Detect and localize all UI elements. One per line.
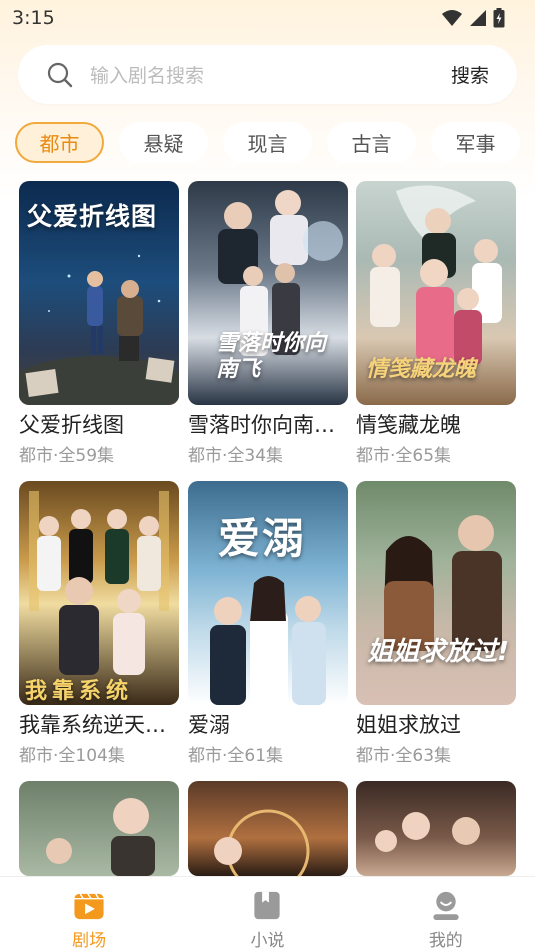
status-bar: 3:15 (0, 0, 535, 36)
cell-signal-icon (470, 10, 486, 26)
category-chip-dushi[interactable]: 都市 (15, 122, 104, 163)
drama-card[interactable] (356, 781, 516, 876)
bottom-nav: 剧场 小说 我的 (0, 876, 535, 951)
drama-card[interactable]: 我靠系统 我靠系统逆天… 都市·全104集 (19, 481, 179, 766)
drama-meta: 都市·全34集 (188, 446, 284, 466)
drama-title: 雪落时你向南… (188, 413, 335, 437)
status-time: 3:15 (12, 7, 55, 29)
search-icon (47, 62, 73, 87)
profile-icon (433, 891, 459, 921)
theater-icon (74, 893, 104, 920)
drama-title: 情笺藏龙魄 (356, 413, 461, 437)
poster-title: 雪落时你向南飞 (216, 331, 327, 382)
drama-meta: 都市·全104集 (19, 746, 125, 766)
drama-title: 爱溺 (188, 713, 230, 737)
nav-novel[interactable]: 小说 (178, 877, 356, 951)
drama-card[interactable]: 姐姐求放过! 姐姐求放过 都市·全63集 (356, 481, 516, 766)
drama-meta: 都市·全59集 (19, 446, 115, 466)
category-chip-guyan[interactable]: 古言 (327, 122, 416, 163)
search-button[interactable]: 搜索 (451, 61, 489, 88)
drama-card[interactable]: 父爱折线图 父爱折线图 都市·全59集 (19, 181, 179, 466)
drama-card[interactable]: 爱溺 爱溺 都市·全61集 (188, 481, 348, 766)
drama-meta: 都市·全63集 (356, 746, 452, 766)
category-chip-xianyan[interactable]: 现言 (223, 122, 312, 163)
drama-card[interactable]: 雪落时你向南飞 雪落时你向南… 都市·全34集 (188, 181, 348, 466)
drama-poster[interactable]: 雪落时你向南飞 (188, 181, 348, 405)
poster-title: 我靠系统 (25, 679, 134, 704)
nav-novel-label: 小说 (250, 931, 285, 951)
drama-poster[interactable]: 情笺藏龙魄 (356, 181, 516, 405)
drama-poster[interactable]: 爱溺 (188, 481, 348, 705)
search-bar[interactable]: 输入剧名搜索 搜索 (18, 45, 517, 104)
category-chip-xuanyi[interactable]: 悬疑 (119, 122, 208, 163)
drama-title: 我靠系统逆天… (19, 713, 166, 737)
drama-title: 父爱折线图 (19, 413, 124, 437)
poster-title: 爱溺 (218, 514, 307, 563)
drama-card[interactable] (19, 781, 179, 876)
drama-poster[interactable] (19, 781, 179, 876)
wifi-icon (442, 10, 462, 26)
drama-poster[interactable]: 父爱折线图 (19, 181, 179, 405)
drama-poster[interactable] (356, 781, 516, 876)
poster-title: 姐姐求放过! (367, 637, 509, 667)
category-chip-junshi[interactable]: 军事 (431, 122, 520, 163)
poster-title: 父爱折线图 (27, 202, 158, 231)
drama-title: 姐姐求放过 (356, 713, 461, 737)
battery-icon (493, 8, 505, 28)
book-icon (254, 891, 281, 920)
drama-meta: 都市·全61集 (188, 746, 284, 766)
nav-theater-label: 剧场 (72, 931, 107, 951)
nav-theater[interactable]: 剧场 (0, 877, 178, 951)
drama-poster[interactable] (188, 781, 348, 876)
drama-poster[interactable]: 我靠系统 (19, 481, 179, 705)
category-tabs: 都市 悬疑 现言 古言 军事 (15, 122, 525, 164)
nav-profile-label: 我的 (428, 931, 463, 951)
nav-profile[interactable]: 我的 (357, 877, 535, 951)
drama-card[interactable]: 情笺藏龙魄 情笺藏龙魄 都市·全65集 (356, 181, 516, 466)
search-input[interactable]: 输入剧名搜索 (90, 61, 451, 88)
status-icons (441, 8, 505, 28)
drama-meta: 都市·全65集 (356, 446, 452, 466)
drama-card[interactable] (188, 781, 348, 876)
poster-title: 情笺藏龙魄 (366, 357, 477, 382)
drama-poster[interactable]: 姐姐求放过! (356, 481, 516, 705)
